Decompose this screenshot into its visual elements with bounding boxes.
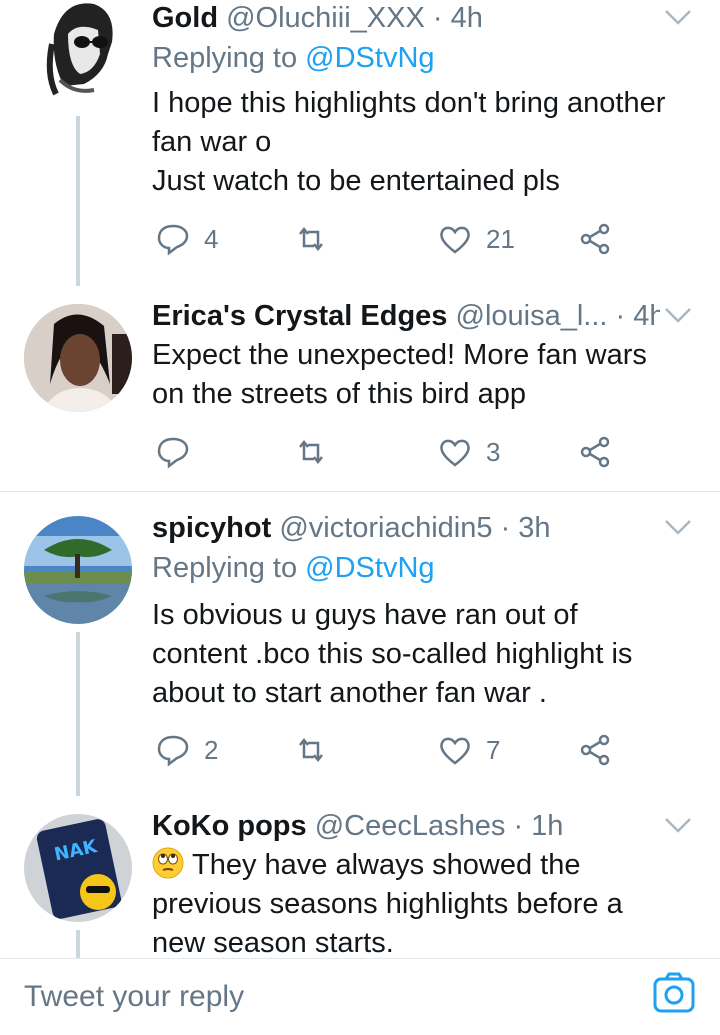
timestamp: · 1h (513, 810, 564, 842)
author-name[interactable]: Gold (152, 2, 218, 34)
author-handle[interactable]: @CeecLashes (315, 810, 506, 842)
replying-to: Replying to @DStvNg (152, 42, 435, 74)
tweet-actions: 2 7 (152, 730, 720, 770)
rolling-eyes-emoji-icon (152, 847, 184, 879)
avatar[interactable] (24, 0, 132, 102)
author-handle[interactable]: @louisa_l... (456, 300, 608, 332)
chevron-down-icon[interactable] (664, 816, 692, 834)
share-button[interactable] (578, 219, 612, 259)
chevron-down-icon[interactable] (664, 8, 692, 26)
divider (0, 491, 720, 492)
share-button[interactable] (578, 432, 612, 472)
share-icon (580, 734, 610, 766)
reply-button[interactable]: 4 (156, 219, 218, 259)
thread-line (76, 116, 80, 286)
tweet-actions: 4 21 (152, 219, 720, 259)
share-button[interactable] (578, 730, 612, 770)
tweet-actions: 3 (152, 432, 720, 472)
reply-button[interactable]: 2 (156, 730, 218, 770)
tweet-header: Gold @Oluchiii_XXX · 4h (152, 0, 660, 40)
retweet-icon (299, 226, 323, 252)
tweet-erica[interactable]: Erica's Crystal Edges @louisa_l... · 4h … (0, 298, 720, 490)
heart-icon (440, 439, 470, 467)
tweet-spicyhot[interactable]: spicyhot @victoriachidin5 · 3h Replying … (0, 510, 720, 800)
chevron-down-icon[interactable] (664, 518, 692, 536)
author-handle[interactable]: @victoriachidin5 (279, 512, 492, 544)
author-name[interactable]: spicyhot (152, 512, 271, 544)
heart-icon (440, 737, 470, 765)
reply-icon (157, 437, 189, 469)
share-icon (580, 436, 610, 468)
chevron-down-icon[interactable] (664, 306, 692, 324)
timestamp: · 4h (615, 300, 660, 332)
replying-to-link[interactable]: @DStvNg (305, 42, 434, 74)
thread-line (76, 632, 80, 796)
tweet-header: spicyhot @victoriachidin5 · 3h (152, 510, 660, 550)
avatar[interactable]: NAK (24, 814, 132, 922)
retweet-button[interactable] (294, 730, 342, 770)
author-name[interactable]: KoKo pops (152, 810, 307, 842)
like-button[interactable]: 3 (438, 432, 500, 472)
avatar[interactable] (24, 516, 132, 624)
retweet-button[interactable] (294, 219, 342, 259)
reply-button[interactable] (156, 432, 204, 472)
tweet-header: KoKo pops @CeecLashes · 1h (152, 808, 660, 848)
avatar[interactable] (24, 304, 132, 412)
author-name[interactable]: Erica's Crystal Edges (152, 300, 447, 332)
like-button[interactable]: 21 (438, 219, 515, 259)
reply-composer: Tweet your reply (0, 958, 720, 1035)
timestamp: · 4h (432, 2, 483, 34)
timestamp: · 3h (500, 512, 551, 544)
tweet-text: I hope this highlights don't bring anoth… (152, 87, 666, 197)
tweet-text: They have always showed the previous sea… (152, 847, 623, 959)
retweet-button[interactable] (294, 432, 342, 472)
camera-icon[interactable] (652, 971, 696, 1015)
like-button[interactable]: 7 (438, 730, 500, 770)
reply-input[interactable]: Tweet your reply (24, 977, 244, 1017)
tweet-text: Is obvious u guys have ran out of conten… (152, 599, 633, 709)
tweet-header: Erica's Crystal Edges @louisa_l... · 4h (152, 298, 660, 338)
replying-to: Replying to @DStvNg (152, 552, 435, 584)
replying-to-link[interactable]: @DStvNg (305, 552, 434, 584)
tweet-gold[interactable]: Gold @Oluchiii_XXX · 4h Replying to @DSt… (0, 0, 720, 300)
share-icon (580, 223, 610, 255)
tweet-text: Expect the unexpected! More fan wars on … (152, 339, 647, 410)
author-handle[interactable]: @Oluchiii_XXX (226, 2, 425, 34)
reply-icon (157, 224, 189, 256)
retweet-icon (299, 439, 323, 465)
heart-icon (440, 226, 470, 254)
retweet-icon (299, 737, 323, 763)
tweet-koko[interactable]: NAK KoKo pops @CeecLashes · 1h They have… (0, 808, 720, 970)
reply-icon (157, 735, 189, 767)
